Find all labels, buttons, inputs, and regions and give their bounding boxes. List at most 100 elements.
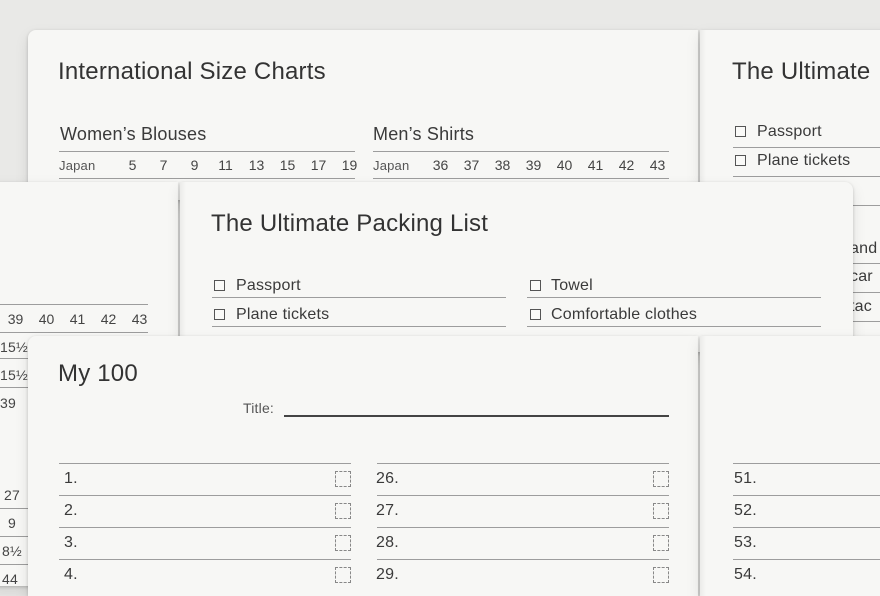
list-number: 53. [734,534,757,551]
item-divider [733,176,880,177]
size-value: 11 [218,157,233,173]
size-value: 41 [587,157,604,173]
row-divider [0,387,28,388]
size-value: 17 [310,157,327,173]
title-field-label: Title: [243,400,275,416]
checkbox-icon[interactable] [735,155,746,166]
dashed-checkbox-icon[interactable] [653,471,669,487]
checkbox-icon[interactable] [214,280,225,291]
row-divider [0,564,28,565]
size-value: 38 [494,157,511,173]
mens-japan-label: Japan [373,158,410,173]
mens-row-divider [373,178,669,179]
dashed-checkbox-icon[interactable] [335,503,351,519]
dashed-checkbox-icon[interactable] [653,503,669,519]
list-number: 27. [376,502,399,519]
item-divider [212,297,506,298]
size-value: 43 [131,311,148,327]
list-number: 4. [64,566,78,583]
womens-blouses-heading: Women’s Blouses [60,124,207,144]
my100-page: My 100 Title: 1. 2. 3. 4. 26. 27. 28. 29… [28,336,698,596]
row-divider [0,332,148,333]
mens-shirts-heading: Men’s Shirts [373,124,475,144]
list-divider [377,559,669,560]
list-divider [377,527,669,528]
size-value: 40 [556,157,573,173]
packing-item-passport: Passport [236,277,301,294]
list-number: 54. [734,566,757,583]
size-value: 39 [7,311,24,327]
column-fragment: 15½ [0,367,28,383]
dashed-checkbox-icon[interactable] [653,535,669,551]
dashed-checkbox-icon[interactable] [335,535,351,551]
packing-right-item-passport: Passport [757,123,822,140]
list-number: 51. [734,470,757,487]
size-value: 7 [159,157,168,173]
list-number: 2. [64,502,78,519]
list-divider [377,463,669,464]
title-field-line[interactable] [284,415,669,417]
size-charts-title: International Size Charts [58,58,326,85]
packing-item-comfortable-clothes: Comfortable clothes [551,306,698,323]
list-divider [733,559,880,560]
list-divider [733,463,880,464]
row-divider [0,304,148,305]
dashed-checkbox-icon[interactable] [335,567,351,583]
item-divider [733,147,880,148]
list-divider [59,559,351,560]
list-divider [59,527,351,528]
checkbox-icon[interactable] [530,309,541,320]
column-fragment: 9 [8,515,16,531]
size-value: 39 [525,157,542,173]
size-value: 40 [38,311,55,327]
packing-item-plane-tickets: Plane tickets [236,306,330,323]
row-divider [0,358,28,359]
list-divider [733,527,880,528]
dashed-checkbox-icon[interactable] [335,471,351,487]
column-fragment: 27 [4,487,20,503]
checkbox-icon[interactable] [735,126,746,137]
list-number: 52. [734,502,757,519]
size-value: 15 [279,157,296,173]
column-fragment: 15½ [0,339,28,355]
size-value: 37 [463,157,480,173]
list-divider [377,495,669,496]
list-divider [733,495,880,496]
checkbox-icon[interactable] [214,309,225,320]
size-value: 42 [100,311,117,327]
list-number: 29. [376,566,399,583]
packing-right-item-plane-tickets: Plane tickets [757,152,851,169]
item-divider [527,326,821,327]
row-divider [0,508,28,509]
womens-japan-label: Japan [59,158,96,173]
page-gutter [180,182,190,352]
column-fragment: 8½ [2,543,22,559]
size-charts-page: International Size Charts Women’s Blouse… [28,30,698,200]
packing-list-page: The Ultimate Packing List Passport Plane… [180,182,853,352]
list-divider [59,463,351,464]
size-value: 9 [190,157,199,173]
size-value: 36 [432,157,449,173]
womens-row-divider [59,178,355,179]
checkbox-icon[interactable] [530,280,541,291]
cut-fragment: car [850,268,873,285]
cut-fragment: and [850,240,878,257]
mens-divider [373,151,669,152]
dashed-checkbox-icon[interactable] [653,567,669,583]
size-value: 42 [618,157,635,173]
row-divider [0,536,28,537]
list-divider [59,495,351,496]
size-value: 19 [341,157,358,173]
column-fragment: 39 [0,395,16,411]
size-value: 41 [69,311,86,327]
size-value: 13 [248,157,265,173]
list-number: 28. [376,534,399,551]
size-value: 5 [128,157,137,173]
item-divider [527,297,821,298]
womens-divider [59,151,355,152]
left-chart-values: 39 40 41 42 43 [0,311,155,327]
item-divider [212,326,506,327]
my100-title: My 100 [58,360,138,387]
page-gutter [700,336,710,596]
mens-japan-values: 36 37 38 39 40 41 42 43 [425,157,673,173]
